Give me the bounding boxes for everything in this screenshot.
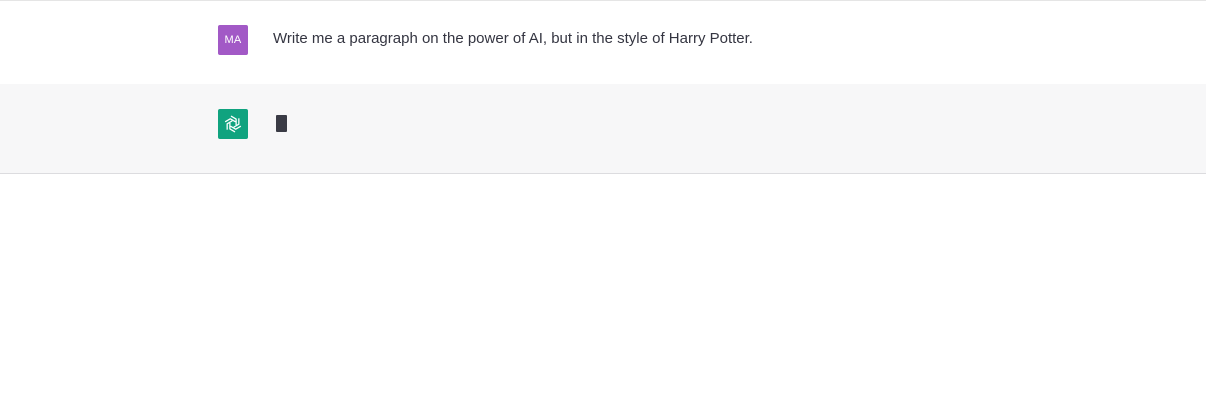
user-message-text: Write me a paragraph on the power of AI,…	[273, 30, 753, 47]
user-avatar: MA	[218, 25, 248, 55]
user-avatar-initials: MA	[224, 34, 242, 46]
typing-cursor	[276, 115, 287, 132]
openai-logo-icon	[224, 115, 242, 133]
assistant-message-row	[0, 84, 1206, 174]
user-message-row: MA Write me a paragraph on the power of …	[0, 0, 1206, 85]
chat-page: MA Write me a paragraph on the power of …	[0, 0, 1206, 420]
assistant-avatar	[218, 109, 248, 139]
